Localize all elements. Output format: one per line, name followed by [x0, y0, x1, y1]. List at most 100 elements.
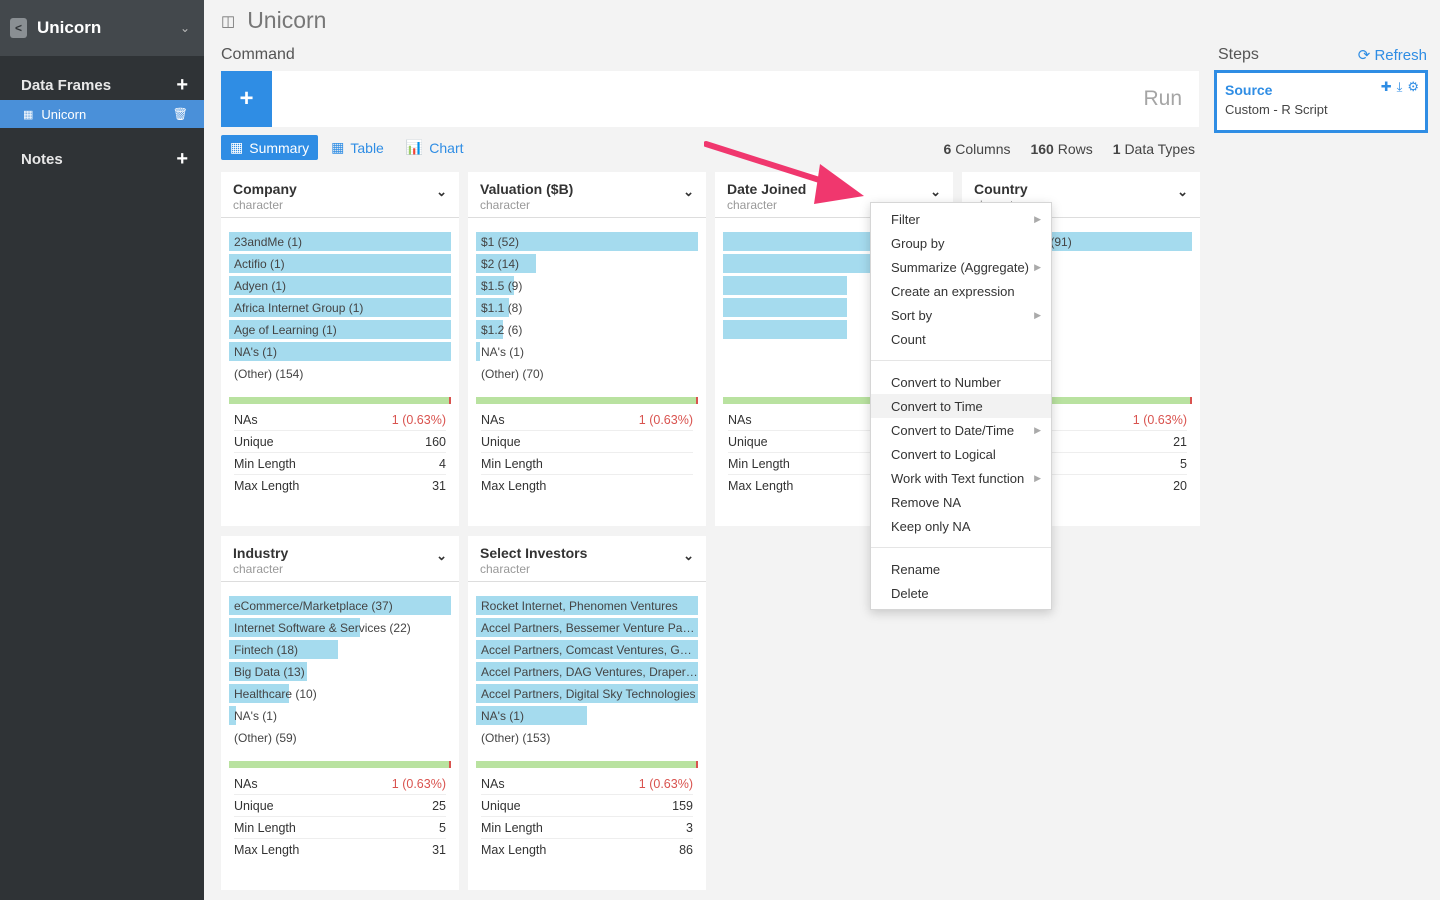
column-name: Company — [233, 181, 297, 197]
value-bar-label: eCommerce/Marketplace (37) — [234, 599, 393, 613]
value-bar-label: $1.5 (9) — [481, 279, 523, 293]
value-bar-row[interactable]: $1.2 (6) — [476, 320, 698, 339]
menu-item[interactable]: Sort by ▶ — [871, 303, 1051, 327]
column-name: Select Investors — [480, 545, 588, 561]
command-bar[interactable]: + Run — [221, 71, 1199, 127]
back-icon[interactable]: < — [10, 18, 27, 38]
value-bar-row[interactable]: Age of Learning (1) — [229, 320, 451, 339]
na-marker — [449, 397, 451, 404]
value-bar-row[interactable]: NA's (1) — [229, 706, 451, 725]
value-bar-label: NA's (1) — [481, 345, 524, 359]
menu-item[interactable]: Keep only NA — [871, 514, 1051, 538]
value-bar-row[interactable]: Rocket Internet, Phenomen Ventures — [476, 596, 698, 615]
chevron-down-icon[interactable]: ⌄ — [436, 548, 447, 564]
chevron-down-icon[interactable]: ⌄ — [180, 21, 190, 35]
value-bar-row[interactable]: $1.1 (8) — [476, 298, 698, 317]
step-subtitle: Custom - R Script — [1225, 102, 1328, 117]
value-bar-label: Accel Partners, Bessemer Venture Partner… — [481, 621, 698, 635]
menu-item-label: Create an expression — [891, 283, 1015, 299]
sidebar-item-unicorn[interactable]: ▦ Unicorn 🗑 — [0, 100, 204, 128]
value-bar-row[interactable]: (Other) (153) — [476, 728, 698, 747]
value-bar-row[interactable]: Actifio (1) — [229, 254, 451, 273]
trash-icon[interactable]: 🗑 — [173, 107, 188, 121]
menu-item-label: Rename — [891, 561, 941, 577]
value-bar-row[interactable]: Big Data (13) — [229, 662, 451, 681]
table-icon: ▦ — [331, 139, 345, 155]
value-bar-row[interactable]: $1.5 (9) — [476, 276, 698, 295]
tab-label: Chart — [429, 139, 464, 156]
column-stats: NAs 1 (0.63%) Unique 159 Min Length 3 Ma… — [468, 768, 706, 861]
data-quality-bar — [229, 397, 451, 404]
menu-item[interactable]: Count — [871, 327, 1051, 351]
value-bar-row[interactable]: $2 (14) — [476, 254, 698, 273]
chevron-down-icon[interactable]: ⌄ — [436, 184, 447, 200]
value-bar-row[interactable]: $1 (52) — [476, 232, 698, 251]
chevron-down-icon[interactable]: ⌄ — [683, 548, 694, 564]
value-bar-row[interactable]: (Other) (59) — [229, 728, 451, 747]
page-title-text: Unicorn — [247, 7, 327, 33]
value-bar-row[interactable]: Accel Partners, DAG Ventures, Draper Fis… — [476, 662, 698, 681]
value-bar-row[interactable]: NA's (1) — [476, 706, 698, 725]
menu-item[interactable]: Rename — [871, 557, 1051, 581]
na-marker — [449, 761, 451, 768]
value-bar-row[interactable]: (Other) (70) — [476, 364, 698, 383]
plus-icon[interactable]: ✚ — [1381, 79, 1392, 95]
chevron-right-icon: ▶ — [1034, 424, 1041, 435]
menu-item[interactable]: Group by — [871, 231, 1051, 255]
value-bar-row[interactable]: NA's (1) — [476, 342, 698, 361]
data-quality-bar — [476, 397, 698, 404]
tab-summary[interactable]: ▦ Summary — [221, 135, 319, 160]
stat-row: NAs 1 (0.63%) — [234, 773, 446, 795]
value-bar-row[interactable]: 23andMe (1) — [229, 232, 451, 251]
value-bar-row[interactable]: Internet Software & Services (22) — [229, 618, 451, 637]
column-stats: NAs 1 (0.63%) Unique 25 Min Length 5 Max… — [221, 768, 459, 861]
menu-item[interactable]: Convert to Number — [871, 370, 1051, 394]
chevron-right-icon: ▶ — [1034, 309, 1041, 320]
menu-item[interactable]: Filter ▶ — [871, 207, 1051, 231]
stat-row: Min Length — [481, 453, 693, 475]
value-bar-row[interactable]: eCommerce/Marketplace (37) — [229, 596, 451, 615]
add-note-icon[interactable]: + — [176, 148, 188, 171]
menu-item[interactable]: Convert to Time — [871, 394, 1051, 418]
column-stats: NAs 1 (0.63%) Unique 160 Min Length 4 Ma… — [221, 404, 459, 497]
menu-item-label: Convert to Date/Time — [891, 422, 1015, 438]
menu-item[interactable]: Convert to Date/Time ▶ — [871, 418, 1051, 442]
value-bar-row[interactable]: Healthcare (10) — [229, 684, 451, 703]
add-command-button[interactable]: + — [221, 71, 272, 127]
stat-value: 3 — [686, 820, 693, 835]
stat-row: Max Length 31 — [234, 475, 446, 497]
menu-item[interactable]: Delete — [871, 581, 1051, 605]
refresh-button[interactable]: ⟳ Refresh — [1358, 46, 1427, 64]
download-icon[interactable]: ⤓ — [1397, 79, 1403, 95]
run-button[interactable]: Run — [1143, 87, 1182, 111]
value-bar-row[interactable]: Accel Partners, Bessemer Venture Partner… — [476, 618, 698, 637]
chevron-down-icon[interactable]: ⌄ — [930, 184, 941, 200]
add-data-frame-icon[interactable]: + — [176, 74, 188, 97]
tab-table[interactable]: ▦ Table — [322, 135, 393, 160]
step-card-source[interactable]: Source Custom - R Script ✚ ⤓ ⚙ — [1214, 70, 1428, 133]
chevron-down-icon[interactable]: ⌄ — [1177, 184, 1188, 200]
column-header: Valuation ($B) character ⌄ — [468, 172, 706, 218]
value-bar-row[interactable]: (Other) (154) — [229, 364, 451, 383]
value-bar-label: Big Data (13) — [234, 665, 305, 679]
project-header[interactable]: < Unicorn ⌄ — [0, 0, 204, 56]
menu-item[interactable]: Work with Text function ▶ — [871, 466, 1051, 490]
value-bar-row[interactable]: Accel Partners, Comcast Ventures, Genera… — [476, 640, 698, 659]
value-bar-row[interactable]: Accel Partners, Digital Sky Technologies — [476, 684, 698, 703]
value-bar-row[interactable]: Adyen (1) — [229, 276, 451, 295]
value-bar-row[interactable]: Africa Internet Group (1) — [229, 298, 451, 317]
menu-item[interactable]: Convert to Logical — [871, 442, 1051, 466]
column-context-menu: Filter ▶ Group by Summarize (Aggregate) … — [870, 202, 1052, 610]
column-card: Select Investors character ⌄ Rocket Inte… — [468, 536, 706, 890]
refresh-label: Refresh — [1374, 47, 1427, 64]
chevron-down-icon[interactable]: ⌄ — [683, 184, 694, 200]
tab-chart[interactable]: 📊 Chart — [397, 135, 473, 160]
value-bar-row[interactable]: NA's (1) — [229, 342, 451, 361]
value-bar-row[interactable]: Fintech (18) — [229, 640, 451, 659]
gear-icon[interactable]: ⚙ — [1407, 79, 1419, 95]
stat-label: Max Length — [728, 479, 794, 493]
menu-item[interactable]: Create an expression — [871, 279, 1051, 303]
value-bar-label: Accel Partners, DAG Ventures, Draper Fis… — [481, 665, 698, 679]
menu-item[interactable]: Summarize (Aggregate) ▶ — [871, 255, 1051, 279]
menu-item[interactable]: Remove NA — [871, 490, 1051, 514]
